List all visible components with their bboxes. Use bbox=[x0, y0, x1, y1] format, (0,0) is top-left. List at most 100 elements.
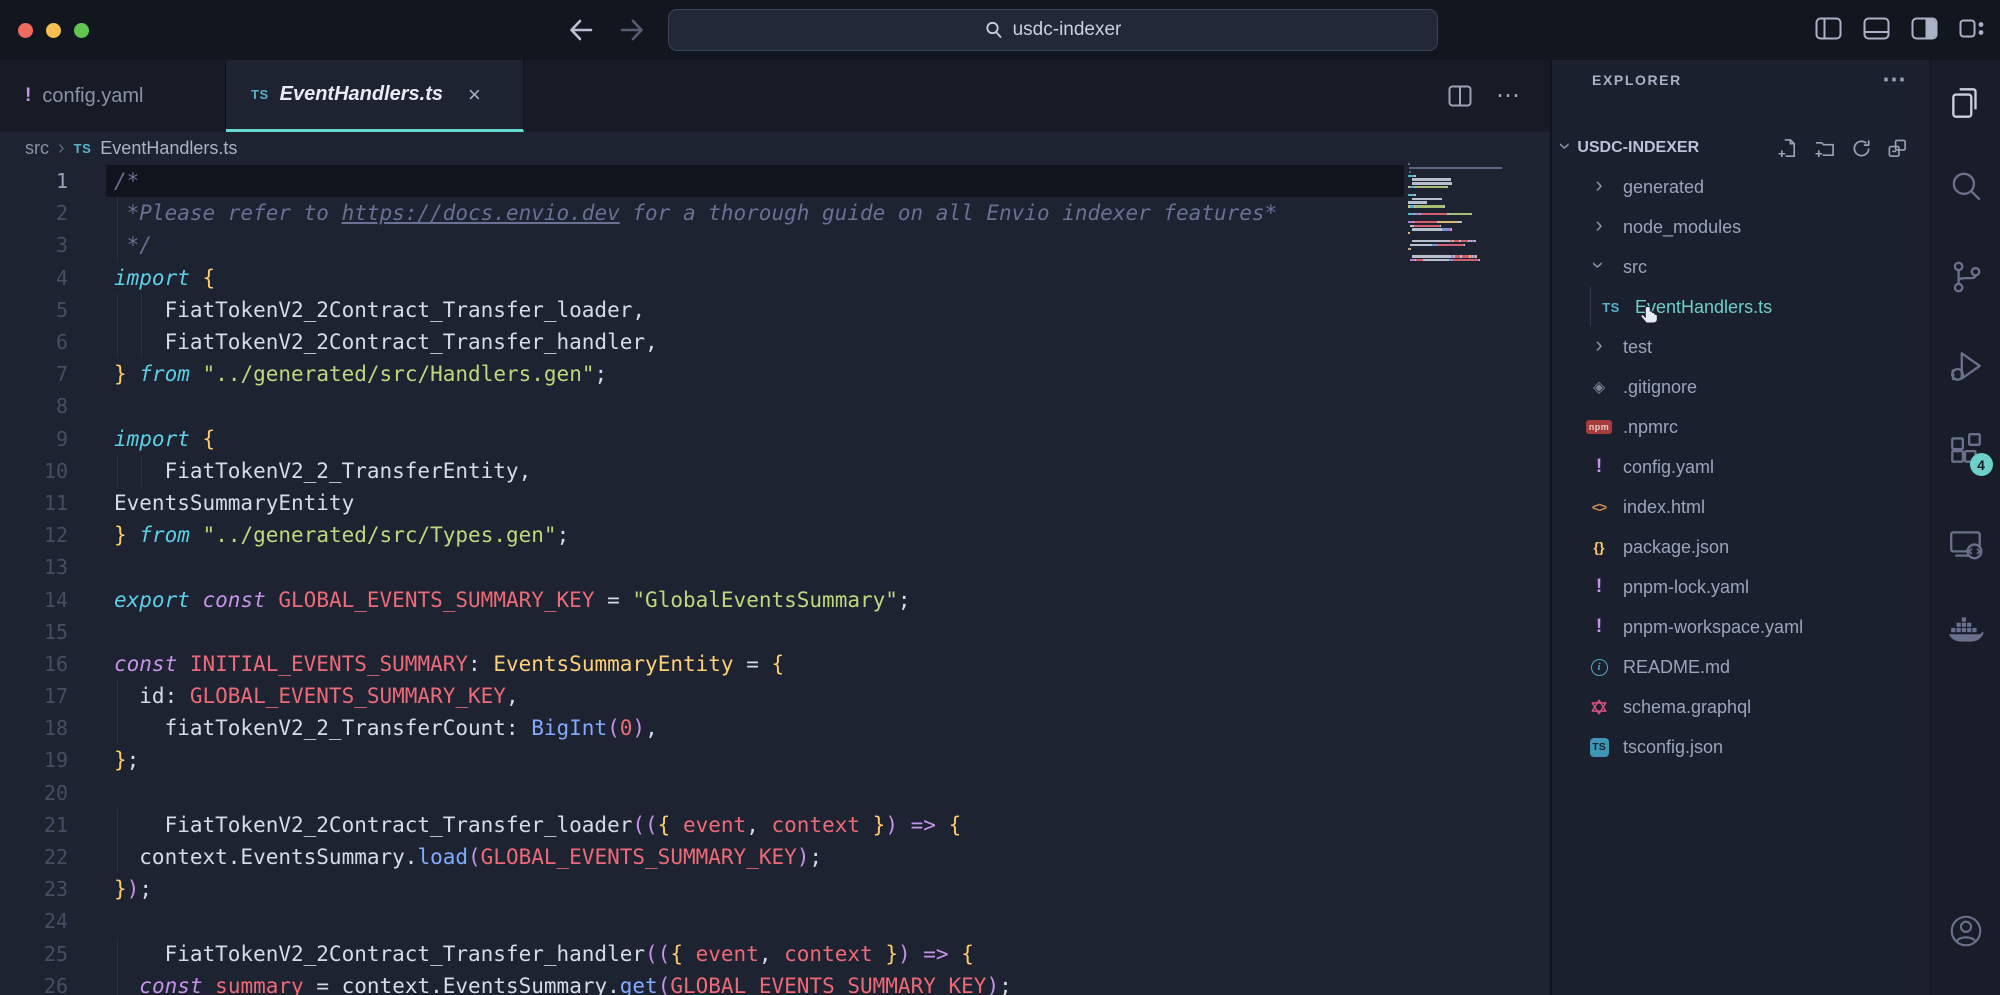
json-icon: {} bbox=[1594, 539, 1605, 555]
minimap-line bbox=[1408, 225, 1514, 227]
line-number: 14 bbox=[0, 588, 68, 612]
tree-item-config-yaml[interactable]: !config.yaml bbox=[1552, 447, 1930, 487]
explorer-sidebar: EXPLORER ⋯ › USDC-INDEXER ›generated›nod… bbox=[1550, 60, 1930, 995]
tree-item-generated[interactable]: ›generated bbox=[1552, 167, 1930, 207]
activity-explorer-icon[interactable] bbox=[1947, 84, 1985, 122]
tree-item--gitignore[interactable]: ◈.gitignore bbox=[1552, 367, 1930, 407]
new-file-icon[interactable] bbox=[1778, 138, 1799, 159]
tree-item-tsconfig-json[interactable]: TStsconfig.json bbox=[1552, 727, 1930, 767]
tree-item-schema-graphql[interactable]: schema.graphql bbox=[1552, 687, 1930, 727]
activity-docker-icon[interactable] bbox=[1947, 610, 1985, 648]
toggle-primary-sidebar-icon[interactable] bbox=[1815, 17, 1842, 40]
minimap-line bbox=[1408, 213, 1514, 215]
tree-item-index-html[interactable]: <>index.html bbox=[1552, 487, 1930, 527]
code-line[interactable]: 26 const summary = context.EventsSummary… bbox=[0, 970, 1550, 995]
zoom-window-icon[interactable] bbox=[74, 23, 89, 38]
new-folder-icon[interactable] bbox=[1814, 138, 1836, 159]
tree-item-readme-md[interactable]: iREADME.md bbox=[1552, 647, 1930, 687]
line-number: 5 bbox=[0, 298, 68, 322]
code-line[interactable]: 2 *Please refer to https://docs.envio.de… bbox=[0, 197, 1550, 229]
activity-source-control-icon[interactable] bbox=[1947, 258, 1985, 296]
code-line[interactable]: 11EventsSummaryEntity bbox=[0, 487, 1550, 519]
code-line[interactable]: 1/* bbox=[0, 165, 1550, 197]
tree-item-pnpm-lock-yaml[interactable]: !pnpm-lock.yaml bbox=[1552, 567, 1930, 607]
tab-eventhandlers-ts[interactable]: TS EventHandlers.ts × bbox=[226, 60, 524, 132]
code-line-content: id: GLOBAL_EVENTS_SUMMARY_KEY, bbox=[68, 684, 519, 708]
code-line-content: }; bbox=[68, 748, 139, 772]
forward-arrow-icon[interactable] bbox=[617, 15, 647, 45]
activity-search-icon[interactable] bbox=[1947, 168, 1985, 206]
code-line[interactable]: 24 bbox=[0, 905, 1550, 937]
extensions-badge: 4 bbox=[1970, 453, 1993, 476]
line-number: 19 bbox=[0, 748, 68, 772]
npm-icon: npm bbox=[1586, 420, 1613, 434]
code-line[interactable]: 22 context.EventsSummary.load(GLOBAL_EVE… bbox=[0, 841, 1550, 873]
file-tree: ›generated›node_modules›srcTSEventHandle… bbox=[1552, 167, 1930, 767]
code-line[interactable]: 17 id: GLOBAL_EVENTS_SUMMARY_KEY, bbox=[0, 680, 1550, 712]
breadcrumb-folder[interactable]: src bbox=[25, 138, 49, 159]
code-line[interactable]: 19}; bbox=[0, 744, 1550, 776]
tree-item-eventhandlers-ts[interactable]: TSEventHandlers.ts bbox=[1552, 287, 1930, 327]
line-number: 12 bbox=[0, 523, 68, 547]
minimap-line bbox=[1408, 251, 1514, 253]
minimap[interactable] bbox=[1408, 163, 1514, 273]
activity-extensions-icon[interactable]: 4 bbox=[1947, 430, 1985, 468]
code-line-content: const summary = context.EventsSummary.ge… bbox=[68, 974, 1012, 995]
close-tab-icon[interactable]: × bbox=[468, 82, 481, 108]
code-line[interactable]: 15 bbox=[0, 616, 1550, 648]
more-actions-icon[interactable]: ⋯ bbox=[1496, 91, 1522, 101]
code-line[interactable]: 8 bbox=[0, 390, 1550, 422]
command-center-search[interactable]: usdc-indexer bbox=[668, 9, 1438, 51]
code-line[interactable]: 21 FiatTokenV2_2Contract_Transfer_loader… bbox=[0, 809, 1550, 841]
close-window-icon[interactable] bbox=[18, 23, 33, 38]
line-number: 16 bbox=[0, 652, 68, 676]
code-line[interactable]: 20 bbox=[0, 777, 1550, 809]
tree-item-package-json[interactable]: {}package.json bbox=[1552, 527, 1930, 567]
code-editor[interactable]: 1/*2 *Please refer to https://docs.envio… bbox=[0, 165, 1550, 995]
minimap-line bbox=[1408, 228, 1514, 230]
tree-item-src[interactable]: ›src bbox=[1552, 247, 1930, 287]
tree-item-node-modules[interactable]: ›node_modules bbox=[1552, 207, 1930, 247]
activity-remote-explorer-icon[interactable] bbox=[1947, 525, 1985, 563]
tree-item-label: README.md bbox=[1623, 657, 1730, 678]
back-arrow-icon[interactable] bbox=[566, 15, 596, 45]
toggle-panel-icon[interactable] bbox=[1863, 17, 1890, 40]
code-line[interactable]: 23}); bbox=[0, 873, 1550, 905]
tree-item-test[interactable]: ›test bbox=[1552, 327, 1930, 367]
code-line-content: import { bbox=[68, 266, 215, 290]
code-line[interactable]: 4import { bbox=[0, 262, 1550, 294]
customize-layout-icon[interactable] bbox=[1959, 17, 1986, 40]
breadcrumb-file[interactable]: EventHandlers.ts bbox=[100, 138, 237, 159]
explorer-more-actions-icon[interactable]: ⋯ bbox=[1882, 75, 1908, 85]
line-number: 10 bbox=[0, 459, 68, 483]
account-icon[interactable] bbox=[1947, 912, 1985, 950]
code-line[interactable]: 6 FiatTokenV2_2Contract_Transfer_handler… bbox=[0, 326, 1550, 358]
code-line[interactable]: 3 */ bbox=[0, 229, 1550, 261]
minimap-line bbox=[1408, 163, 1514, 165]
toggle-secondary-sidebar-icon[interactable] bbox=[1911, 17, 1938, 40]
code-line[interactable]: 9import { bbox=[0, 423, 1550, 455]
tree-item--npmrc[interactable]: npm.npmrc bbox=[1552, 407, 1930, 447]
chevron-right-icon: › bbox=[1595, 174, 1602, 196]
minimize-window-icon[interactable] bbox=[46, 23, 61, 38]
code-line[interactable]: 18 fiatTokenV2_2_TransferCount: BigInt(0… bbox=[0, 712, 1550, 744]
chevron-down-icon: › bbox=[1555, 142, 1577, 149]
code-line[interactable]: 5 FiatTokenV2_2Contract_Transfer_loader, bbox=[0, 294, 1550, 326]
line-number: 18 bbox=[0, 716, 68, 740]
yaml-warning-icon: ! bbox=[1596, 456, 1602, 478]
breadcrumb[interactable]: src › TS EventHandlers.ts bbox=[0, 132, 1550, 165]
refresh-explorer-icon[interactable] bbox=[1851, 138, 1872, 159]
code-line[interactable]: 16const INITIAL_EVENTS_SUMMARY: EventsSu… bbox=[0, 648, 1550, 680]
code-line[interactable]: 12} from "../generated/src/Types.gen"; bbox=[0, 519, 1550, 551]
code-line[interactable]: 10 FiatTokenV2_2_TransferEntity, bbox=[0, 455, 1550, 487]
code-line[interactable]: 14export const GLOBAL_EVENTS_SUMMARY_KEY… bbox=[0, 583, 1550, 615]
code-line[interactable]: 13 bbox=[0, 551, 1550, 583]
tab-config-yaml[interactable]: ! config.yaml bbox=[0, 60, 226, 132]
activity-run-debug-icon[interactable] bbox=[1947, 348, 1985, 386]
split-editor-icon[interactable] bbox=[1448, 85, 1472, 107]
collapse-folders-icon[interactable] bbox=[1887, 138, 1908, 159]
code-line[interactable]: 7} from "../generated/src/Handlers.gen"; bbox=[0, 358, 1550, 390]
project-root-row[interactable]: › USDC-INDEXER bbox=[1552, 128, 1930, 168]
code-line[interactable]: 25 FiatTokenV2_2Contract_Transfer_handle… bbox=[0, 938, 1550, 970]
tree-item-pnpm-workspace-yaml[interactable]: !pnpm-workspace.yaml bbox=[1552, 607, 1930, 647]
